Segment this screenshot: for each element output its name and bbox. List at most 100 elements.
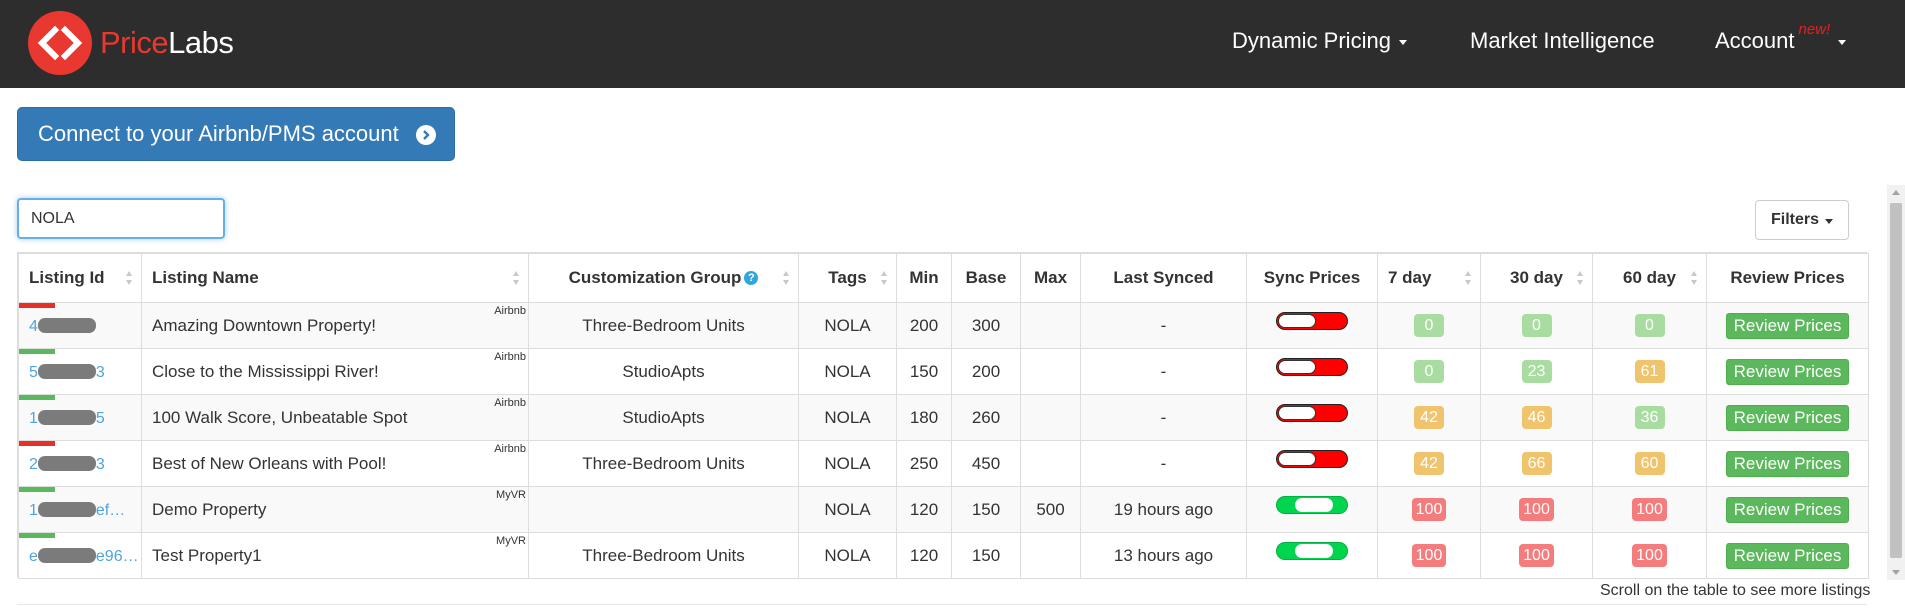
nav-market-intelligence-label: Market Intelligence (1470, 28, 1655, 53)
status-indicator (19, 303, 55, 308)
col-min[interactable]: Min (896, 253, 952, 303)
listing-id-link[interactable]: 53 (29, 363, 105, 382)
chevron-down-icon (1838, 40, 1847, 45)
7-day-cell: 0 (1377, 348, 1481, 395)
listing-id-link[interactable]: 1 ef… (29, 501, 125, 520)
col-customization-group[interactable]: Customization Group? (528, 253, 799, 303)
tags-cell: NOLA (798, 348, 897, 395)
sync-prices-toggle[interactable] (1276, 450, 1348, 468)
listing-id-link[interactable]: 4 (29, 317, 96, 336)
sync-prices-toggle[interactable] (1276, 404, 1348, 422)
listing-id-link[interactable]: 23 (29, 455, 105, 474)
review-prices-button[interactable]: Review Prices (1725, 358, 1850, 385)
max-cell (1020, 394, 1081, 441)
sync-prices-toggle[interactable] (1276, 358, 1348, 376)
score-badge: 100 (1411, 498, 1447, 521)
table-row: 15 100 Walk Score, Unbeatable Spot Airbn… (18, 394, 1869, 441)
search-input[interactable] (17, 198, 225, 239)
min-cell: 250 (896, 440, 952, 487)
listing-id-link[interactable]: e e96… (29, 547, 139, 566)
col-30-day[interactable]: 30 day (1480, 253, 1593, 303)
source-tag: Airbnb (494, 397, 526, 409)
nav-dynamic-pricing[interactable]: Dynamic Pricing (1232, 28, 1407, 54)
score-badge: 100 (1632, 498, 1667, 521)
nav-market-intelligence[interactable]: Market Intelligence (1470, 28, 1655, 54)
score-badge: 0 (1521, 314, 1552, 337)
listing-id-link[interactable]: 15 (29, 409, 105, 428)
customization-group-cell: Three-Bedroom Units (528, 440, 799, 487)
col-60-day[interactable]: 60 day (1592, 253, 1707, 303)
status-indicator (19, 349, 55, 354)
max-cell (1020, 302, 1081, 349)
review-prices-button[interactable]: Review Prices (1725, 404, 1850, 431)
max-cell (1020, 440, 1081, 487)
table-row: 23 Best of New Orleans with Pool! Airbnb… (18, 440, 1869, 487)
last-synced-cell: - (1080, 348, 1247, 395)
col-listing-name[interactable]: Listing Name (141, 253, 529, 303)
review-prices-button[interactable]: Review Prices (1725, 312, 1850, 339)
pricelabs-logo[interactable]: PriceLabs (28, 11, 234, 75)
60-day-cell: 60 (1592, 440, 1707, 487)
col-last-synced[interactable]: Last Synced (1080, 253, 1247, 303)
filters-button[interactable]: Filters (1755, 200, 1849, 240)
sync-prices-toggle[interactable] (1276, 312, 1348, 330)
review-prices-button[interactable]: Review Prices (1725, 496, 1850, 523)
sync-prices-toggle[interactable] (1276, 542, 1348, 560)
col-listing-id[interactable]: Listing Id (18, 253, 142, 303)
scrollbar-thumb[interactable] (1890, 203, 1902, 558)
30-day-cell: 66 (1480, 440, 1593, 487)
help-question-icon[interactable]: ? (744, 271, 759, 285)
score-badge: 46 (1521, 406, 1552, 429)
col-max[interactable]: Max (1020, 253, 1081, 303)
customization-group-cell: StudioApts (528, 394, 799, 441)
review-prices-cell: Review Prices (1706, 394, 1869, 441)
base-cell: 260 (951, 394, 1021, 441)
max-cell: 500 (1020, 486, 1081, 533)
sync-prices-toggle[interactable] (1276, 496, 1348, 514)
col-sync-prices[interactable]: Sync Prices (1246, 253, 1378, 303)
base-cell: 200 (951, 348, 1021, 395)
col-base[interactable]: Base (951, 253, 1021, 303)
table-row: 4 Amazing Downtown Property! Airbnb Thre… (18, 302, 1869, 349)
review-prices-button[interactable]: Review Prices (1725, 450, 1850, 477)
tags-cell: NOLA (798, 486, 897, 533)
sort-icon (1577, 271, 1584, 285)
listing-name-cell: Demo Property MyVR (141, 486, 529, 533)
logo-wordmark: PriceLabs (100, 25, 234, 60)
nav-account[interactable]: Account new! (1715, 21, 1847, 54)
score-badge: 42 (1414, 452, 1444, 475)
divider (17, 604, 1867, 605)
review-prices-cell: Review Prices (1706, 532, 1869, 579)
base-cell: 300 (951, 302, 1021, 349)
max-cell (1020, 348, 1081, 395)
review-prices-button[interactable]: Review Prices (1725, 542, 1850, 569)
redacted-mask (37, 317, 96, 333)
col-7-day[interactable]: 7 day (1377, 253, 1481, 303)
col-tags[interactable]: Tags (798, 253, 897, 303)
table-scrollbar[interactable] (1887, 185, 1905, 580)
last-synced-cell: - (1080, 440, 1247, 487)
listings-table: Listing Id Listing Name Customization Gr… (17, 252, 1869, 579)
connect-account-button[interactable]: Connect to your Airbnb/PMS account (17, 107, 455, 161)
score-badge: 42 (1414, 406, 1444, 429)
listing-name: Best of New Orleans with Pool! (152, 453, 387, 473)
pricelabs-logo-icon (28, 11, 92, 75)
chevron-down-icon (1825, 219, 1833, 224)
60-day-cell: 36 (1592, 394, 1707, 441)
min-cell: 120 (896, 486, 952, 533)
scroll-down-icon[interactable] (1892, 570, 1900, 575)
review-prices-cell: Review Prices (1706, 440, 1869, 487)
table-row: 1 ef… Demo Property MyVR NOLA 120 150 500… (18, 486, 1869, 533)
filters-label: Filters (1770, 211, 1819, 228)
last-synced-cell: - (1080, 302, 1247, 349)
score-badge: 0 (1414, 314, 1444, 337)
source-tag: MyVR (496, 535, 526, 547)
60-day-cell: 100 (1592, 532, 1707, 579)
listing-name-cell: 100 Walk Score, Unbeatable Spot Airbnb (141, 394, 529, 441)
review-prices-cell: Review Prices (1706, 302, 1869, 349)
7-day-cell: 42 (1377, 440, 1481, 487)
min-cell: 200 (896, 302, 952, 349)
listing-name: Test Property1 (152, 545, 262, 565)
scroll-up-icon[interactable] (1892, 190, 1900, 195)
min-cell: 120 (896, 532, 952, 579)
